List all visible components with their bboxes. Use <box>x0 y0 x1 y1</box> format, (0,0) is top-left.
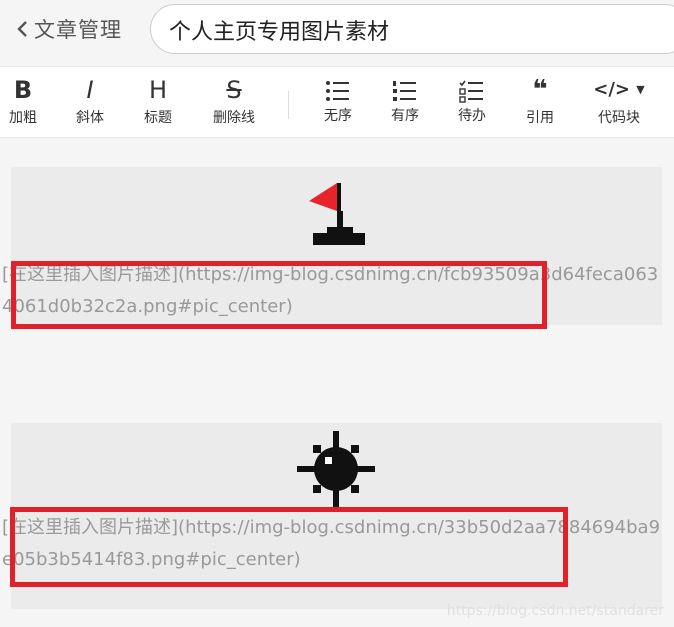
bold-label: 加粗 <box>9 110 37 126</box>
quote-icon: ❝ <box>532 75 548 105</box>
todo-list-label: 待办 <box>458 108 486 124</box>
quote-label: 引用 <box>526 110 554 126</box>
editor-toolbar: B 加粗 I 斜体 H 标题 S 删除线 无序 有序 待办 ❝ 引用 </> ▼… <box>0 66 674 138</box>
code-block-glyph: </> <box>593 79 630 100</box>
back-button[interactable]: 文章管理 <box>16 14 122 44</box>
italic-icon: I <box>86 76 94 104</box>
image-markdown-text: [在这里插入图片描述](https://img-blog.csdnimg.cn/… <box>2 264 659 317</box>
markdown-editor[interactable]: [在这里插入图片描述](https://img-blog.csdnimg.cn/… <box>0 138 674 627</box>
todo-list-icon <box>459 80 483 103</box>
unordered-list-label: 无序 <box>324 108 352 124</box>
heading-label: 标题 <box>144 110 172 126</box>
title-input-wrap <box>150 4 674 54</box>
quote-button[interactable]: ❝ 引用 <box>520 75 560 133</box>
top-bar: 文章管理 <box>0 0 674 62</box>
heading-icon: H <box>148 76 168 104</box>
back-label: 文章管理 <box>34 18 122 42</box>
watermark: https://blog.csdn.net/standarer <box>446 603 664 619</box>
strikethrough-button[interactable]: S 删除线 <box>206 75 262 133</box>
italic-label: 斜体 <box>76 110 104 126</box>
bold-icon: B <box>13 76 33 104</box>
article-title-input[interactable] <box>167 13 657 47</box>
todo-list-button[interactable]: 待办 <box>452 75 492 133</box>
italic-button[interactable]: I 斜体 <box>70 75 110 133</box>
ordered-list-label: 有序 <box>391 108 419 124</box>
image-markdown-text: [在这里插入图片描述](https://img-blog.csdnimg.cn/… <box>2 517 661 570</box>
unordered-list-icon <box>326 81 349 101</box>
bold-button[interactable]: B 加粗 <box>4 75 42 133</box>
strikethrough-label: 删除线 <box>213 110 255 126</box>
chevron-left-icon <box>17 21 27 37</box>
ordered-list-icon <box>393 81 416 101</box>
strikethrough-icon: S <box>226 76 242 104</box>
toolbar-divider <box>288 91 289 119</box>
heading-button[interactable]: H 标题 <box>138 75 178 133</box>
caret-down-icon: ▼ <box>636 83 645 96</box>
flag-icon <box>309 183 365 245</box>
code-block-button[interactable]: </> ▼ 代码块 <box>588 75 650 133</box>
ordered-list-button[interactable]: 有序 <box>385 75 425 133</box>
unordered-list-button[interactable]: 无序 <box>318 75 358 133</box>
code-block-label: 代码块 <box>598 110 640 126</box>
code-block-icon: </> ▼ <box>588 75 650 105</box>
mine-icon <box>297 431 375 507</box>
